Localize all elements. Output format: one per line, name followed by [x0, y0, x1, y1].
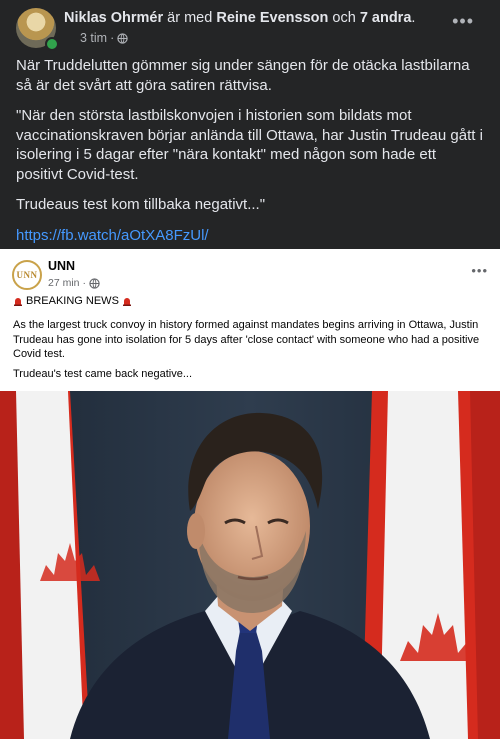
- globe-icon[interactable]: [117, 32, 128, 44]
- siren-icon: [14, 298, 22, 306]
- post-header: Niklas Ohrmér är med Reine Evensson och …: [16, 8, 484, 51]
- meta-separator: ·: [110, 31, 115, 45]
- online-status-dot: [45, 37, 59, 51]
- tagged-person[interactable]: Reine Evensson: [216, 10, 328, 26]
- news-photo: [0, 391, 500, 739]
- photo-illustration: [0, 391, 500, 739]
- with-word: är med: [167, 10, 213, 26]
- shared-post-text: As the largest truck convoy in history f…: [13, 318, 491, 386]
- post-paragraph: Trudeaus test kom tillbaka negativt...": [16, 196, 266, 213]
- shared-page-name[interactable]: UNN: [48, 259, 75, 273]
- unn-logo[interactable]: UNN: [12, 260, 42, 290]
- post-link[interactable]: https://fb.watch/aOtXA8FzUl/: [16, 227, 209, 244]
- shared-paragraph: Trudeau's test came back negative...: [13, 367, 193, 380]
- author-name[interactable]: Niklas Ohrmér: [64, 10, 163, 26]
- others-link[interactable]: 7 andra: [360, 10, 412, 26]
- shared-meta-separator: ·: [82, 277, 87, 289]
- post-paragraph: När Truddelutten gömmer sig under sängen…: [16, 57, 470, 94]
- facebook-post: Niklas Ohrmér är med Reine Evensson och …: [0, 0, 500, 739]
- author-line: Niklas Ohrmér är med Reine Evensson och …: [64, 9, 444, 27]
- author-line-period: .: [411, 10, 416, 26]
- shared-paragraph: As the largest truck convoy in history f…: [13, 319, 480, 360]
- post-paragraph: "När den största lastbilskonvojen i hist…: [16, 107, 483, 183]
- breaking-news-text: BREAKING NEWS: [26, 295, 119, 307]
- globe-icon: [89, 277, 100, 289]
- more-options-icon[interactable]: •••: [452, 12, 474, 30]
- and-word: och: [332, 10, 356, 26]
- post-text: När Truddelutten gömmer sig under sängen…: [16, 56, 484, 256]
- shared-post-image[interactable]: UNN UNN 27 min · ••• BREAKING NEWS As th…: [0, 249, 500, 739]
- siren-icon: [122, 298, 131, 306]
- breaking-news-label: BREAKING NEWS: [13, 295, 132, 307]
- post-time[interactable]: 3 tim: [80, 31, 107, 45]
- post-meta: 3 tim ·: [80, 31, 128, 45]
- shared-time: 27 min: [48, 277, 80, 289]
- shared-more-icon: •••: [471, 263, 488, 278]
- shared-meta: 27 min ·: [48, 277, 100, 289]
